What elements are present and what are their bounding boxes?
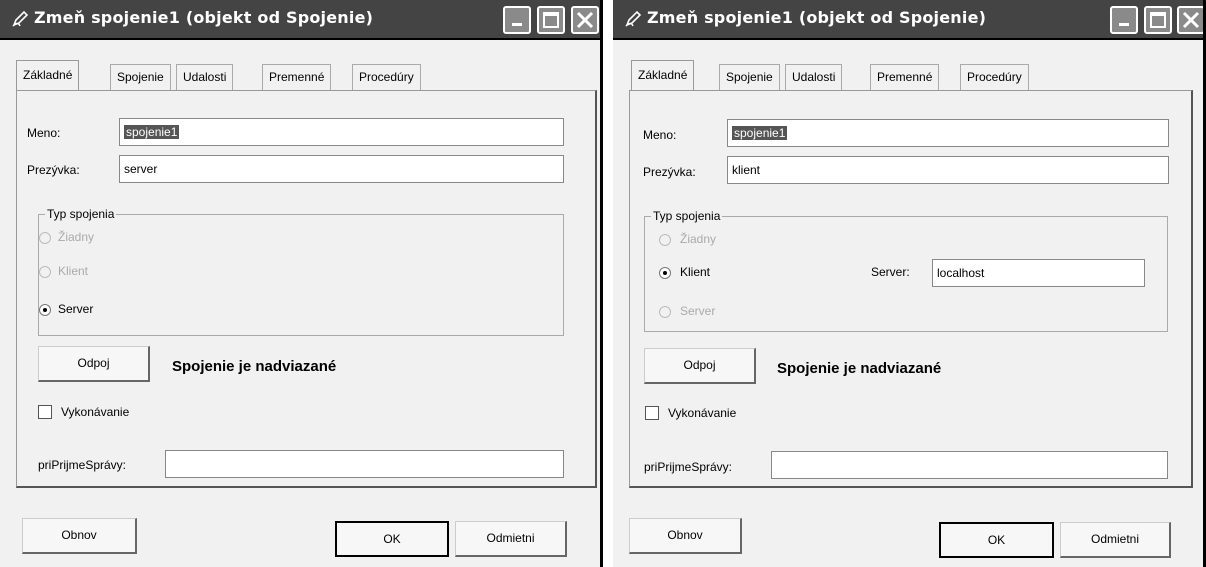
meno-label: Meno: (27, 126, 61, 140)
priprijme-input[interactable] (771, 451, 1168, 479)
pen-icon (625, 10, 642, 27)
minimize-icon (512, 23, 522, 26)
radio-server[interactable] (659, 306, 671, 318)
radio-ziadny-label: Žiadny (58, 230, 95, 244)
radio-server[interactable] (39, 304, 51, 316)
tab-procedury[interactable]: Procedúry (352, 64, 421, 90)
radio-ziadny[interactable] (659, 234, 671, 246)
prezyvka-label: Prezývka: (643, 165, 696, 179)
server-input[interactable]: localhost (932, 259, 1145, 287)
radio-klient[interactable] (659, 267, 671, 279)
priprijme-input[interactable] (165, 450, 564, 478)
obnov-button[interactable]: Obnov (22, 518, 137, 554)
prezyvka-input[interactable]: server (119, 155, 564, 183)
typ-spojenia-group: Typ spojenia (38, 206, 564, 336)
tab-zakladne[interactable]: Základné (631, 60, 695, 90)
close-icon (576, 11, 594, 29)
connection-status: Spojenie je nadviazané (777, 360, 942, 377)
maximize-button[interactable] (537, 6, 565, 34)
typ-spojenia-label: Typ spojenia (651, 208, 723, 224)
tab-spojenie[interactable]: Spojenie (719, 64, 780, 90)
odmietni-button[interactable]: Odmietni (455, 521, 567, 557)
minimize-button[interactable] (1110, 6, 1138, 34)
window-title: Zmeň spojenie1 (objekt od Spojenie) (647, 8, 987, 27)
priprijme-label: priPrijmeSprávy: (644, 460, 733, 474)
tab-premenne[interactable]: Premenné (870, 64, 940, 90)
vykonavanie-checkbox[interactable] (38, 405, 52, 419)
maximize-button[interactable] (1144, 6, 1172, 34)
meno-value: spojenie1 (732, 126, 788, 140)
pen-icon (12, 10, 29, 27)
close-icon (1182, 11, 1200, 29)
vykonavanie-label: Vykonávanie (61, 405, 130, 419)
meno-value: spojenie1 (124, 125, 180, 139)
dialog-window-klient: Zmeň spojenie1 (objekt od Spojenie) Zákl… (613, 0, 1206, 567)
radio-klient-label: Klient (58, 264, 89, 278)
window-title: Zmeň spojenie1 (objekt od Spojenie) (34, 8, 374, 27)
meno-label: Meno: (643, 128, 677, 142)
ok-button[interactable]: OK (939, 522, 1054, 558)
vykonavanie-label: Vykonávanie (668, 406, 737, 420)
maximize-icon (1150, 12, 1166, 28)
vykonavanie-checkbox[interactable] (645, 406, 659, 420)
radio-server-label: Server (58, 302, 94, 316)
odpoj-button[interactable]: Odpoj (38, 346, 150, 382)
dialog-window-server: Zmeň spojenie1 (objekt od Spojenie) Zákl… (0, 0, 603, 567)
tab-udalosti[interactable]: Udalosti (176, 64, 234, 90)
odmietni-button[interactable]: Odmietni (1060, 522, 1171, 558)
priprijme-label: priPrijmeSprávy: (38, 458, 127, 472)
prezyvka-input[interactable]: klient (727, 156, 1169, 184)
radio-klient[interactable] (39, 266, 51, 278)
tab-zakladne[interactable]: Základné (16, 60, 80, 90)
odpoj-button[interactable]: Odpoj (644, 348, 756, 384)
tab-spojenie[interactable]: Spojenie (110, 64, 171, 90)
meno-input[interactable]: spojenie1 (119, 118, 564, 146)
tab-udalosti[interactable]: Udalosti (785, 64, 843, 90)
tab-premenne[interactable]: Premenné (262, 64, 332, 90)
tab-procedury[interactable]: Procedúry (960, 64, 1029, 90)
title-bar[interactable]: Zmeň spojenie1 (objekt od Spojenie) (613, 0, 1203, 40)
radio-klient-label: Klient (680, 265, 711, 279)
meno-input[interactable]: spojenie1 (727, 119, 1169, 147)
minimize-icon (1119, 23, 1129, 26)
radio-ziadny-label: Žiadny (680, 232, 717, 246)
server-label: Server: (871, 265, 910, 279)
close-button[interactable] (1177, 6, 1203, 34)
radio-server-label: Server (680, 304, 716, 318)
minimize-button[interactable] (503, 6, 531, 34)
title-bar[interactable]: Zmeň spojenie1 (objekt od Spojenie) (0, 0, 600, 40)
prezyvka-label: Prezývka: (27, 163, 80, 177)
maximize-icon (543, 12, 559, 28)
connection-status: Spojenie je nadviazané (172, 358, 337, 375)
ok-button[interactable]: OK (335, 521, 449, 557)
obnov-button[interactable]: Obnov (629, 518, 742, 554)
typ-spojenia-label: Typ spojenia (45, 206, 117, 222)
close-button[interactable] (571, 6, 599, 34)
radio-ziadny[interactable] (39, 232, 51, 244)
